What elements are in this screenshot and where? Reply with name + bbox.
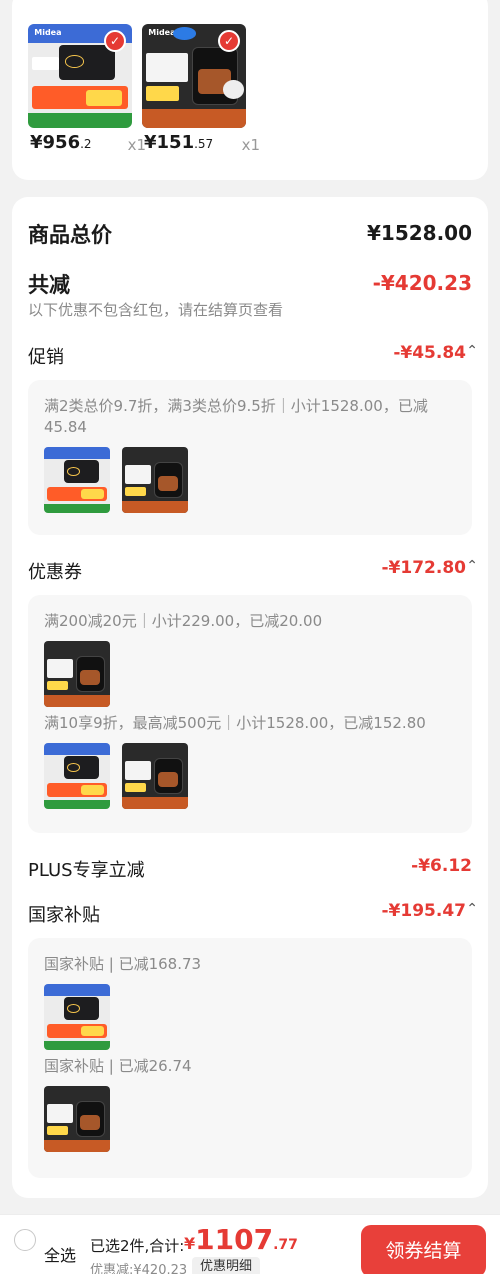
oven-screen (59, 44, 116, 81)
food-strip (122, 501, 188, 513)
check-circle-icon[interactable]: ✓ (104, 30, 126, 52)
feature-label (124, 761, 152, 780)
coupon-rule: 满10享9折，最高减500元｜小计1528.00，已减152.80 (44, 714, 426, 732)
product-thumbnail-air-fryer[interactable] (44, 1086, 110, 1152)
food-strip (44, 695, 110, 707)
product-thumbnail-air-fryer[interactable]: Midea ✓ (142, 24, 246, 128)
checkout-bar: 全选 已选2件,合计: ¥1107.77 优惠减:¥420.23 优惠明细 领券… (0, 1214, 500, 1274)
product-thumbnail-oven[interactable] (44, 447, 110, 513)
price-badge (46, 1125, 68, 1135)
cart-item[interactable]: Midea ✓ (142, 24, 246, 128)
discount-note: 以下优惠不包含红包，请在结算页查看 (28, 301, 284, 319)
thumb-banner (44, 447, 110, 459)
thumb-banner (44, 984, 110, 996)
coupon-detail-box: 满200减20元｜小计229.00，已减20.00 满10享9折，最高减500元… (28, 595, 472, 833)
promo-section-header[interactable]: 促销 -¥45.84 ⌃ (28, 343, 478, 369)
price-badge (124, 782, 146, 792)
coupon-rule: 满200减20元｜小计229.00，已减20.00 (44, 612, 323, 630)
subsidy-strip (44, 1040, 110, 1050)
chevron-up-icon[interactable]: ⌃ (466, 901, 478, 917)
subsidy-strip (44, 503, 110, 513)
total-reduction-label: 共减 (28, 273, 70, 297)
subsidy-detail-box: 国家补贴 | 已减168.73 国家补贴 | 已减26.74 (28, 938, 472, 1178)
product-thumbnail-air-fryer[interactable] (122, 743, 188, 809)
grand-total: ¥1107.77 (184, 1223, 298, 1256)
oven-screen (63, 756, 100, 779)
brand-logo: Midea (148, 28, 176, 38)
promo-strip (46, 486, 108, 502)
air-fryer-image (153, 461, 183, 499)
capacity-badge (223, 80, 244, 99)
product-thumbnail-oven[interactable] (44, 743, 110, 809)
selected-count-text: 已选2件,合计: (90, 1237, 185, 1255)
product-thumbnail-air-fryer[interactable] (44, 641, 110, 707)
cart-item-price: ¥151.57 (144, 132, 214, 153)
air-fryer-image (75, 655, 105, 693)
food-strip (44, 1140, 110, 1152)
total-reduction-row: 共减 -¥420.23 (28, 269, 472, 299)
selected-products-card: Midea ✓ ¥956.2 x1 Midea ✓ ¥151.57 x1 (12, 0, 488, 180)
subsidy-section-header[interactable]: 国家补贴 -¥195.47 ⌃ (28, 901, 478, 927)
brand-logo: Midea (34, 28, 62, 38)
promo-label: 促销 (28, 347, 64, 368)
total-price-row: 商品总价 ¥1528.00 (28, 219, 472, 249)
promo-strip (46, 782, 108, 798)
total-reduction-value: -¥420.23 (372, 271, 472, 295)
subsidy-strip (28, 113, 132, 128)
plus-label: PLUS专享立减 (28, 860, 145, 881)
saved-amount: 优惠减:¥420.23 (90, 1263, 188, 1274)
plus-discount-row: PLUS专享立减 -¥6.12 (28, 856, 472, 882)
subsidy-strip (44, 799, 110, 809)
feature-label (46, 1104, 74, 1123)
select-all-label[interactable]: 全选 (44, 1242, 76, 1266)
cart-item-price: ¥956.2 (30, 132, 92, 153)
total-price-value: ¥1528.00 (366, 221, 472, 245)
promo-rule: 满2类总价9.7折，满3类总价9.5折｜小计1528.00，已减45.84 (44, 397, 428, 436)
promo-value: -¥45.84 (393, 343, 466, 363)
coupon-value: -¥172.80 (381, 558, 467, 578)
check-circle-icon[interactable]: ✓ (218, 30, 240, 52)
product-thumbnail-oven[interactable]: Midea ✓ (28, 24, 132, 128)
cart-item[interactable]: Midea ✓ (28, 24, 132, 128)
oven-screen (63, 460, 100, 483)
cart-item-qty: x1 (241, 136, 260, 154)
promo-detail-box: 满2类总价9.7折，满3类总价9.5折｜小计1528.00，已减45.84 (28, 380, 472, 535)
discount-detail-button[interactable]: 优惠明细 (192, 1257, 261, 1274)
coupon-label: 优惠券 (28, 562, 82, 583)
coupon-section-header[interactable]: 优惠券 -¥172.80 ⌃ (28, 558, 478, 584)
subsidy-value: -¥195.47 (381, 901, 467, 921)
product-thumbnail-oven[interactable] (44, 984, 110, 1050)
feature-label (46, 659, 74, 678)
checkout-button[interactable]: 领券结算 (361, 1225, 486, 1274)
subsidy-rule: 国家补贴 | 已减26.74 (44, 1057, 192, 1075)
promo-bubble (173, 27, 197, 40)
plus-value: -¥6.12 (411, 856, 472, 876)
oven-screen (63, 997, 100, 1020)
cart-item-price-row: ¥956.2 x1 (28, 132, 146, 156)
food-strip (142, 109, 246, 128)
product-thumbnail-air-fryer[interactable] (122, 447, 188, 513)
food-strip (122, 797, 188, 809)
price-badge (46, 680, 68, 690)
subsidy-rule: 国家补贴 | 已减168.73 (44, 955, 202, 973)
promo-strip (46, 1023, 108, 1039)
total-price-label: 商品总价 (28, 223, 112, 247)
thumb-banner (44, 743, 110, 755)
chevron-up-icon[interactable]: ⌃ (466, 558, 478, 574)
feature-label (124, 465, 152, 484)
air-fryer-image (75, 1100, 105, 1138)
feature-label (146, 53, 188, 83)
price-summary-card: 商品总价 ¥1528.00 共减 -¥420.23 以下优惠不包含红包，请在结算… (12, 197, 488, 1198)
chevron-up-icon[interactable]: ⌃ (466, 343, 478, 359)
price-badge (124, 486, 146, 496)
promo-strip (32, 86, 128, 110)
price-tag (32, 57, 60, 70)
cart-item-price-row: ¥151.57 x1 (142, 132, 260, 156)
air-fryer-image (153, 757, 183, 795)
radio-unchecked-icon[interactable] (14, 1229, 36, 1251)
subsidy-label: 国家补贴 (28, 905, 100, 926)
price-badge (146, 86, 180, 101)
